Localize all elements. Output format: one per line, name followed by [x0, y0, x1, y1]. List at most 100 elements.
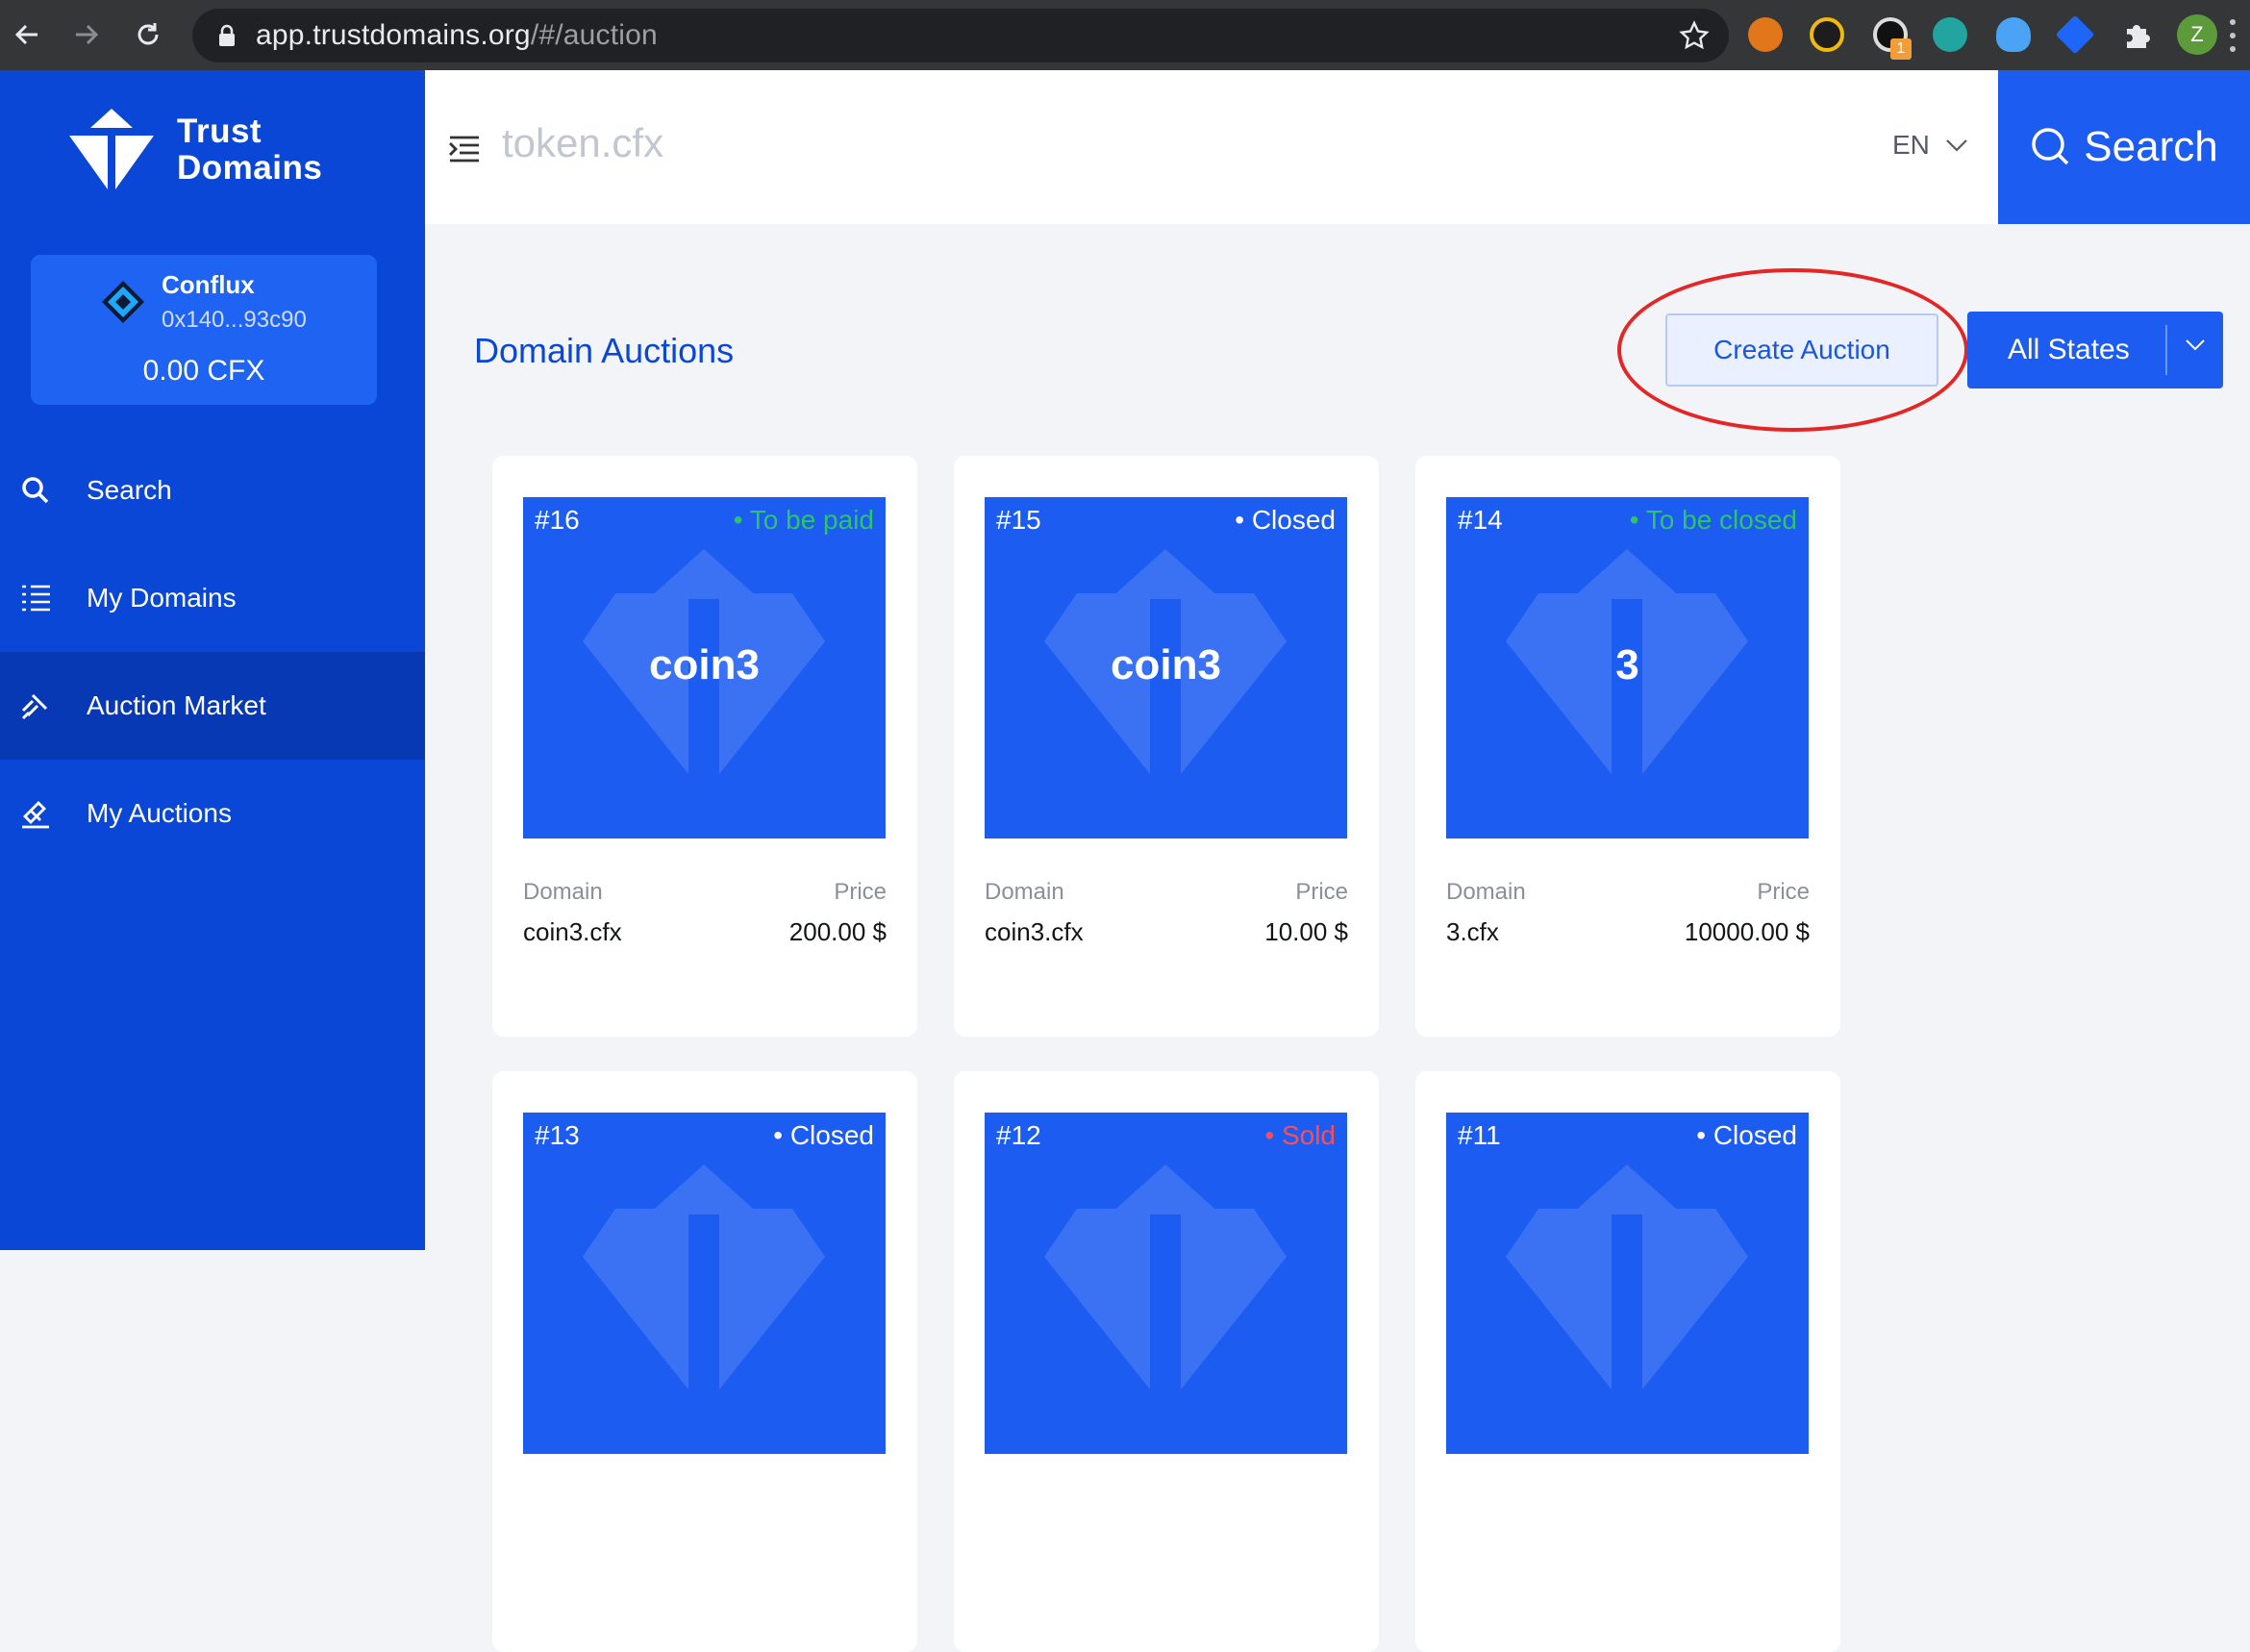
binance-extension-icon[interactable] [1810, 17, 1844, 52]
trust-logo-watermark-icon [1044, 1164, 1287, 1389]
wallet-balance: 0.00 CFX [142, 355, 265, 387]
lock-icon [219, 24, 235, 46]
brand-name: Trust Domains [177, 113, 322, 187]
sidebar-item-my-auctions[interactable]: My Auctions [0, 760, 425, 867]
back-icon[interactable] [8, 15, 46, 54]
trust-logo-watermark-icon [583, 1164, 825, 1389]
search-query-text[interactable]: token.cfx [502, 120, 663, 166]
price-label: Price [1757, 879, 1810, 905]
auction-state: • Closed [1235, 505, 1336, 535]
menu-toggle-icon[interactable] [448, 134, 481, 163]
state-filter-label: All States [2008, 334, 2130, 365]
conflux-extension-icon[interactable] [1933, 17, 1967, 52]
forward-icon[interactable] [67, 15, 106, 54]
domain-name-overlay: 3 [1615, 641, 1639, 688]
top-header: token.cfx EN Search [425, 70, 2250, 224]
bookmark-star-icon[interactable] [1679, 20, 1710, 51]
price-label: Price [834, 879, 887, 905]
reload-icon[interactable] [129, 15, 167, 54]
auction-id: #12 [996, 1120, 1041, 1150]
auction-state: • Closed [773, 1120, 874, 1150]
address-bar[interactable]: app.trustdomains.org/#/auction [192, 9, 1729, 63]
url-text: app.trustdomains.org/#/auction [256, 19, 658, 52]
auction-id: #13 [535, 1120, 580, 1150]
auction-state: • To be closed [1629, 505, 1797, 535]
domain-label: Domain [1446, 879, 1526, 905]
domain-name-overlay: coin3 [649, 641, 760, 688]
chevron-down-icon [2186, 339, 2205, 351]
price-value: 200.00 $ [788, 917, 887, 946]
list-icon [22, 585, 50, 612]
trust-logo-watermark-icon [1506, 1164, 1748, 1389]
cloud-extension-icon[interactable] [1996, 17, 2031, 52]
domain-thumbnail: #14 • To be closed 3 [1446, 497, 1809, 839]
puzzle-extensions-icon[interactable] [2119, 17, 2154, 52]
search-icon [2032, 128, 2069, 165]
auction-id: #14 [1458, 505, 1503, 535]
domain-thumbnail: #13 • Closed [523, 1113, 886, 1454]
profile-avatar[interactable]: Z [2177, 14, 2217, 55]
extension-badge: 1 [1890, 38, 1912, 60]
price-value: 10000.00 $ [1684, 917, 1810, 946]
search-button-label: Search [2084, 123, 2218, 170]
url-host: app.trustdomains.org [256, 19, 531, 51]
create-auction-label: Create Auction [1713, 335, 1890, 364]
trust-extension-icon[interactable] [2055, 14, 2095, 55]
brand-line1: Trust [177, 113, 262, 150]
domain-label: Domain [985, 879, 1064, 905]
auction-id: #15 [996, 505, 1041, 535]
wallet-address: 0x140...93c90 [162, 307, 307, 333]
domain-value: 3.cfx [1446, 917, 1499, 946]
page-title: Domain Auctions [474, 331, 735, 370]
wallet-chain: Conflux [162, 270, 255, 299]
price-value: 10.00 $ [1264, 917, 1348, 946]
domain-thumbnail: #16 • To be paid coin3 [523, 497, 886, 839]
gavel-icon [21, 693, 48, 720]
url-path: /#/auction [530, 19, 658, 51]
wallet-card[interactable]: Conflux 0x140...93c90 0.00 CFX [31, 255, 377, 405]
state-filter-dropdown[interactable]: All States [1967, 312, 2223, 388]
browser-toolbar: app.trustdomains.org/#/auction 1 Z [0, 0, 2250, 70]
auction-id: #16 [535, 505, 580, 535]
domain-thumbnail: #15 • Closed coin3 [985, 497, 1347, 839]
language-label: EN [1892, 130, 1930, 160]
brand-line2: Domains [177, 149, 323, 187]
sidebar: Trust Domains Conflux 0x140...93c90 0.00… [0, 70, 425, 1250]
domain-thumbnail: #12 • Sold [985, 1113, 1347, 1454]
hammer-icon [22, 801, 49, 829]
search-button[interactable]: Search [1998, 70, 2250, 224]
chevron-down-icon [1946, 139, 1967, 152]
brand-logo[interactable]: Trust Domains [67, 107, 322, 193]
conflux-logo-icon [102, 281, 144, 323]
create-auction-button[interactable]: Create Auction [1665, 313, 1938, 387]
sidebar-item-label: Search [87, 475, 172, 505]
auction-id: #11 [1458, 1120, 1501, 1150]
domain-value: coin3.cfx [985, 917, 1084, 946]
price-label: Price [1295, 879, 1348, 905]
auction-card[interactable]: #11 • Closed [1415, 1071, 1840, 1652]
auction-state: • To be paid [733, 505, 874, 535]
browser-menu-icon[interactable] [2229, 19, 2237, 52]
dropdown-divider [2165, 325, 2167, 375]
auction-state: • Closed [1696, 1120, 1797, 1150]
sidebar-item-label: Auction Market [87, 690, 266, 720]
domain-thumbnail: #11 • Closed [1446, 1113, 1809, 1454]
domain-value: coin3.cfx [523, 917, 622, 946]
domain-label: Domain [523, 879, 603, 905]
search-icon [22, 477, 49, 504]
sidebar-item-label: My Auctions [87, 798, 232, 828]
sidebar-item-auction-market[interactable]: Auction Market [0, 652, 425, 760]
metamask-extension-icon[interactable] [1748, 17, 1783, 52]
sidebar-item-label: My Domains [87, 583, 237, 613]
auction-card[interactable]: #14 • To be closed 3 Domain Price 3.cfx … [1415, 456, 1840, 1037]
domain-name-overlay: coin3 [1111, 641, 1221, 688]
sidebar-item-search[interactable]: Search [0, 437, 425, 544]
auction-state: • Sold [1264, 1120, 1336, 1150]
auction-card[interactable]: #12 • Sold [954, 1071, 1379, 1652]
language-selector[interactable]: EN [1892, 130, 1968, 161]
auction-card[interactable]: #13 • Closed [492, 1071, 917, 1652]
auction-card[interactable]: #15 • Closed coin3 Domain Price coin3.cf… [954, 456, 1379, 1037]
sidebar-item-my-domains[interactable]: My Domains [0, 544, 425, 652]
trust-domains-logo-icon [69, 109, 154, 189]
auction-card[interactable]: #16 • To be paid coin3 Domain Price coin… [492, 456, 917, 1037]
